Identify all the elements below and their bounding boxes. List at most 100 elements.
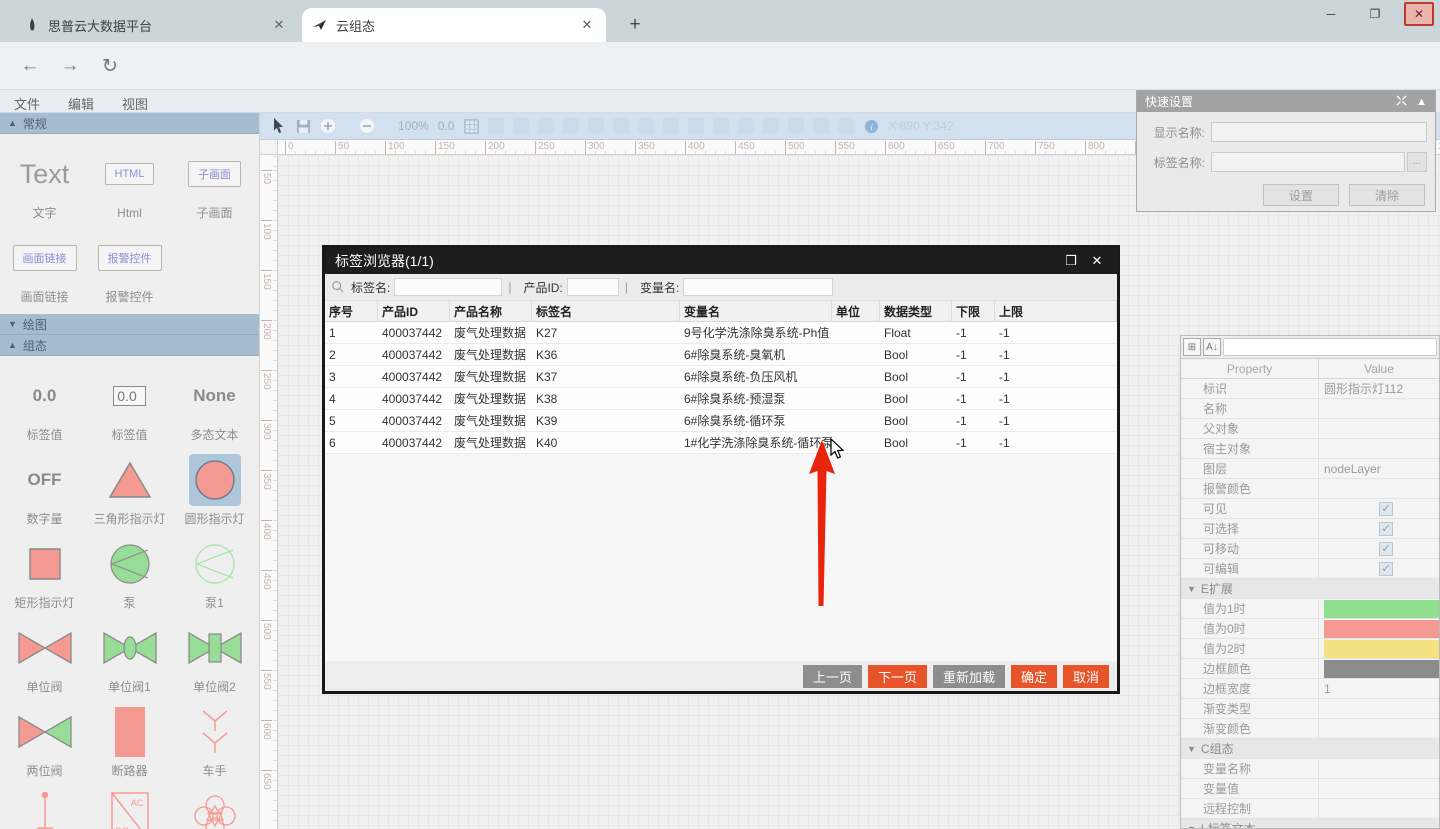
search-icon[interactable] — [513, 118, 529, 134]
quick-settings-header[interactable]: 快速设置 ▲ — [1137, 91, 1435, 112]
palette-item-三角形指示灯[interactable]: 三角形指示灯 — [87, 446, 172, 530]
reload-button[interactable]: 重新加载 — [933, 665, 1005, 688]
property-value[interactable] — [1319, 399, 1439, 418]
column-header-单位[interactable]: 单位 — [832, 301, 880, 321]
back-icon[interactable]: ← — [16, 52, 44, 80]
checkbox-checked-icon[interactable]: ✓ — [1379, 562, 1393, 576]
palette-item-断路器[interactable]: 断路器 — [87, 698, 172, 782]
new-tab-button[interactable]: + — [622, 12, 648, 38]
property-row-报警颜色[interactable]: 报警颜色 — [1181, 479, 1439, 499]
align-bottom-icon[interactable] — [663, 118, 679, 134]
property-row-远程控制[interactable]: 远程控制 — [1181, 799, 1439, 819]
palette-item-单位阀[interactable]: 单位阀 — [2, 614, 87, 698]
menu-item-1[interactable]: 文件 — [0, 90, 54, 113]
browser-tab-1[interactable]: 思普云大数据平台 ✕ — [14, 8, 298, 42]
align-middle-icon[interactable] — [638, 118, 654, 134]
align-right-icon[interactable] — [588, 118, 604, 134]
property-group-C组态[interactable]: ▼C组态 — [1181, 739, 1439, 759]
sort-az-icon[interactable]: A↓ — [1203, 338, 1221, 356]
property-group-E扩展[interactable]: ▼E扩展 — [1181, 579, 1439, 599]
apply-button[interactable]: 设置 — [1263, 184, 1339, 206]
zoom-out-icon[interactable] — [359, 118, 375, 134]
grid-toggle-icon[interactable] — [463, 118, 479, 134]
select-cursor-icon[interactable] — [270, 118, 286, 134]
property-value[interactable] — [1319, 699, 1439, 718]
palette-item-标签值[interactable]: 0.0标签值 — [87, 362, 172, 446]
distribute-v-icon[interactable] — [713, 118, 729, 134]
forward-icon[interactable]: → — [56, 52, 84, 80]
palette-item-子画面[interactable]: 子画面子画面 — [172, 140, 257, 224]
palette-item-报警控件[interactable]: 报警控件报警控件 — [87, 224, 172, 308]
property-value[interactable]: ✓ — [1319, 539, 1439, 558]
categorized-view-icon[interactable]: ⊞ — [1183, 338, 1201, 356]
property-row-可选择[interactable]: 可选择✓ — [1181, 519, 1439, 539]
property-value[interactable] — [1319, 759, 1439, 778]
tag-name-browse-button[interactable]: ... — [1407, 152, 1427, 172]
property-value[interactable]: 1 — [1319, 679, 1439, 698]
color-swatch[interactable] — [1324, 600, 1439, 618]
table-row[interactable]: 5400037442废气处理数据K396#除臭系统-循环泵Bool-1-1 — [325, 410, 1117, 432]
minimize-icon[interactable]: ─ — [1316, 2, 1346, 26]
pause-icon[interactable] — [788, 118, 804, 134]
table-row[interactable]: 3400037442废气处理数据K376#除臭系统-负压风机Bool-1-1 — [325, 366, 1117, 388]
column-header-产品名称[interactable]: 产品名称 — [450, 301, 532, 321]
dock-icon[interactable] — [1395, 94, 1408, 110]
property-value[interactable] — [1319, 619, 1439, 638]
checkbox-checked-icon[interactable]: ✓ — [1379, 542, 1393, 556]
property-row-名称[interactable]: 名称 — [1181, 399, 1439, 419]
column-header-序号[interactable]: 序号 — [325, 301, 378, 321]
palette-item-刀闸[interactable]: 刀闸 — [2, 782, 87, 829]
next-page-button[interactable]: 下一页 — [868, 665, 927, 688]
prev-page-button[interactable]: 上一页 — [803, 665, 862, 688]
property-group-L标签文本[interactable]: ▼L标签文本 — [1181, 819, 1439, 829]
column-header-标签名[interactable]: 标签名 — [532, 301, 680, 321]
align-top-icon[interactable] — [613, 118, 629, 134]
palette-item-单位阀2[interactable]: 单位阀2 — [172, 614, 257, 698]
table-row[interactable]: 6400037442废气处理数据K401#化学洗涤除臭系统-循环泵Bool-1-… — [325, 432, 1117, 454]
property-row-父对象[interactable]: 父对象 — [1181, 419, 1439, 439]
palette-item-数字量[interactable]: OFF数字量 — [2, 446, 87, 530]
align-center-h-icon[interactable] — [563, 118, 579, 134]
property-value[interactable] — [1319, 719, 1439, 738]
property-row-值为1时[interactable]: 值为1时 — [1181, 599, 1439, 619]
menu-item-3[interactable]: 视图 — [108, 90, 162, 113]
property-filter-input[interactable] — [1223, 338, 1437, 356]
palette-item-矩形指示灯[interactable]: 矩形指示灯 — [2, 530, 87, 614]
table-row[interactable]: 1400037442废气处理数据K279号化学洗涤除臭系统-Ph值Float-1… — [325, 322, 1117, 344]
property-row-值为0时[interactable]: 值为0时 — [1181, 619, 1439, 639]
keyboard-icon[interactable] — [813, 118, 829, 134]
property-value[interactable] — [1319, 659, 1439, 678]
property-value[interactable]: ✓ — [1319, 519, 1439, 538]
property-value[interactable] — [1319, 599, 1439, 618]
close-icon[interactable]: ✕ — [1404, 2, 1434, 26]
menu-item-2[interactable]: 编辑 — [54, 90, 108, 113]
clear-button[interactable]: 清除 — [1349, 184, 1425, 206]
info-circle-icon[interactable]: i — [863, 118, 879, 134]
tag-name-input[interactable] — [1211, 152, 1405, 172]
property-row-宿主对象[interactable]: 宿主对象 — [1181, 439, 1439, 459]
palette-item-Html[interactable]: HTMLHtml — [87, 140, 172, 224]
restore-icon[interactable]: ❐ — [1360, 2, 1390, 26]
ungroup-icon[interactable] — [763, 118, 779, 134]
filter-input-1[interactable] — [567, 278, 619, 296]
palette-item-画面链接[interactable]: 画面链接画面链接 — [2, 224, 87, 308]
display-name-input[interactable] — [1211, 122, 1427, 142]
collapse-panel-icon[interactable]: ▲ — [1416, 96, 1427, 108]
keyboard-2-icon[interactable] — [838, 118, 854, 134]
property-value[interactable]: 圆形指示灯112 — [1319, 379, 1439, 398]
property-value[interactable]: ✓ — [1319, 559, 1439, 578]
dialog-titlebar[interactable]: 标签浏览器(1/1) ❒ ✕ — [325, 248, 1117, 274]
column-header-下限[interactable]: 下限 — [952, 301, 995, 321]
section-header-常规[interactable]: ▲常规 — [0, 113, 259, 134]
ok-button[interactable]: 确定 — [1011, 665, 1057, 688]
filter-input-0[interactable] — [394, 278, 502, 296]
table-row[interactable]: 4400037442废气处理数据K386#除臭系统-预湿泵Bool-1-1 — [325, 388, 1117, 410]
palette-item-标签值[interactable]: 0.0标签值 — [2, 362, 87, 446]
table-row[interactable]: 2400037442废气处理数据K366#除臭系统-臭氧机Bool-1-1 — [325, 344, 1117, 366]
reload-icon[interactable]: ↻ — [96, 52, 124, 80]
tab1-close-icon[interactable]: ✕ — [270, 17, 288, 33]
paste-icon[interactable] — [488, 118, 504, 134]
zoom-in-icon[interactable] — [320, 118, 336, 134]
property-row-值为2时[interactable]: 值为2时 — [1181, 639, 1439, 659]
tab2-close-icon[interactable]: ✕ — [578, 17, 596, 33]
